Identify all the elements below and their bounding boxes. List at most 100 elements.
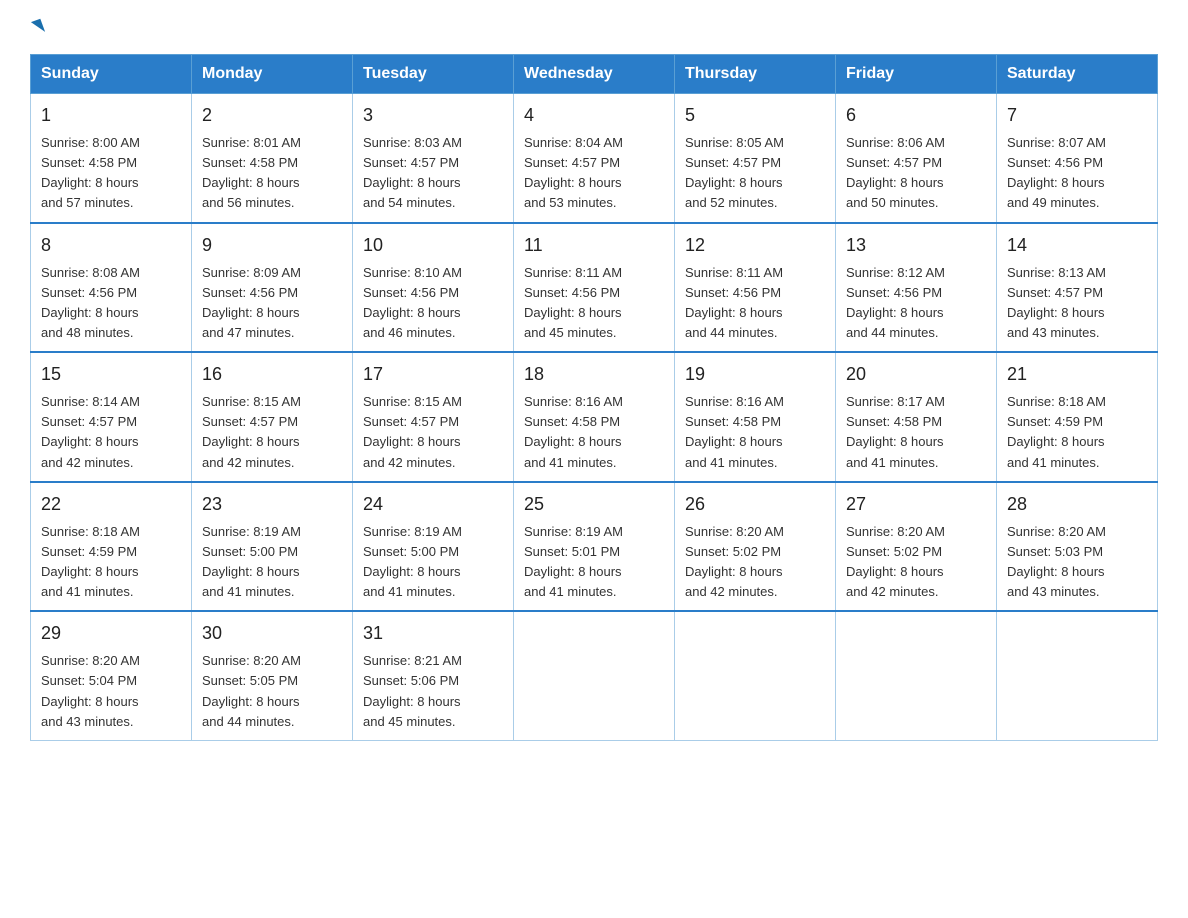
- calendar-cell: 28 Sunrise: 8:20 AMSunset: 5:03 PMDaylig…: [997, 482, 1158, 612]
- day-info: Sunrise: 8:06 AMSunset: 4:57 PMDaylight:…: [846, 135, 945, 210]
- day-number: 3: [363, 102, 503, 129]
- calendar-cell: 12 Sunrise: 8:11 AMSunset: 4:56 PMDaylig…: [675, 223, 836, 353]
- day-info: Sunrise: 8:17 AMSunset: 4:58 PMDaylight:…: [846, 394, 945, 469]
- day-number: 24: [363, 491, 503, 518]
- day-info: Sunrise: 8:05 AMSunset: 4:57 PMDaylight:…: [685, 135, 784, 210]
- day-info: Sunrise: 8:19 AMSunset: 5:01 PMDaylight:…: [524, 524, 623, 599]
- calendar-cell: 18 Sunrise: 8:16 AMSunset: 4:58 PMDaylig…: [514, 352, 675, 482]
- calendar-cell: 7 Sunrise: 8:07 AMSunset: 4:56 PMDayligh…: [997, 94, 1158, 223]
- calendar-cell: 10 Sunrise: 8:10 AMSunset: 4:56 PMDaylig…: [353, 223, 514, 353]
- day-number: 18: [524, 361, 664, 388]
- calendar-cell: 1 Sunrise: 8:00 AMSunset: 4:58 PMDayligh…: [31, 94, 192, 223]
- column-header-wednesday: Wednesday: [514, 55, 675, 94]
- calendar-cell: 25 Sunrise: 8:19 AMSunset: 5:01 PMDaylig…: [514, 482, 675, 612]
- calendar-cell: [514, 611, 675, 740]
- day-info: Sunrise: 8:11 AMSunset: 4:56 PMDaylight:…: [685, 265, 783, 340]
- day-info: Sunrise: 8:13 AMSunset: 4:57 PMDaylight:…: [1007, 265, 1106, 340]
- day-number: 20: [846, 361, 986, 388]
- calendar-table: SundayMondayTuesdayWednesdayThursdayFrid…: [30, 54, 1158, 741]
- day-info: Sunrise: 8:16 AMSunset: 4:58 PMDaylight:…: [524, 394, 623, 469]
- calendar-cell: [997, 611, 1158, 740]
- day-number: 25: [524, 491, 664, 518]
- column-header-tuesday: Tuesday: [353, 55, 514, 94]
- calendar-cell: 27 Sunrise: 8:20 AMSunset: 5:02 PMDaylig…: [836, 482, 997, 612]
- day-number: 28: [1007, 491, 1147, 518]
- day-info: Sunrise: 8:07 AMSunset: 4:56 PMDaylight:…: [1007, 135, 1106, 210]
- day-info: Sunrise: 8:11 AMSunset: 4:56 PMDaylight:…: [524, 265, 622, 340]
- day-number: 15: [41, 361, 181, 388]
- day-number: 8: [41, 232, 181, 259]
- calendar-cell: 3 Sunrise: 8:03 AMSunset: 4:57 PMDayligh…: [353, 94, 514, 223]
- day-number: 30: [202, 620, 342, 647]
- calendar-cell: 15 Sunrise: 8:14 AMSunset: 4:57 PMDaylig…: [31, 352, 192, 482]
- day-info: Sunrise: 8:20 AMSunset: 5:03 PMDaylight:…: [1007, 524, 1106, 599]
- day-number: 1: [41, 102, 181, 129]
- day-info: Sunrise: 8:16 AMSunset: 4:58 PMDaylight:…: [685, 394, 784, 469]
- calendar-cell: 4 Sunrise: 8:04 AMSunset: 4:57 PMDayligh…: [514, 94, 675, 223]
- calendar-cell: 11 Sunrise: 8:11 AMSunset: 4:56 PMDaylig…: [514, 223, 675, 353]
- day-number: 22: [41, 491, 181, 518]
- calendar-cell: 5 Sunrise: 8:05 AMSunset: 4:57 PMDayligh…: [675, 94, 836, 223]
- day-info: Sunrise: 8:18 AMSunset: 4:59 PMDaylight:…: [1007, 394, 1106, 469]
- day-info: Sunrise: 8:15 AMSunset: 4:57 PMDaylight:…: [202, 394, 301, 469]
- calendar-cell: 16 Sunrise: 8:15 AMSunset: 4:57 PMDaylig…: [192, 352, 353, 482]
- day-info: Sunrise: 8:04 AMSunset: 4:57 PMDaylight:…: [524, 135, 623, 210]
- day-info: Sunrise: 8:09 AMSunset: 4:56 PMDaylight:…: [202, 265, 301, 340]
- calendar-cell: 8 Sunrise: 8:08 AMSunset: 4:56 PMDayligh…: [31, 223, 192, 353]
- day-number: 27: [846, 491, 986, 518]
- day-info: Sunrise: 8:19 AMSunset: 5:00 PMDaylight:…: [363, 524, 462, 599]
- day-info: Sunrise: 8:20 AMSunset: 5:02 PMDaylight:…: [685, 524, 784, 599]
- day-info: Sunrise: 8:14 AMSunset: 4:57 PMDaylight:…: [41, 394, 140, 469]
- day-info: Sunrise: 8:03 AMSunset: 4:57 PMDaylight:…: [363, 135, 462, 210]
- calendar-cell: 2 Sunrise: 8:01 AMSunset: 4:58 PMDayligh…: [192, 94, 353, 223]
- calendar-cell: 21 Sunrise: 8:18 AMSunset: 4:59 PMDaylig…: [997, 352, 1158, 482]
- column-header-friday: Friday: [836, 55, 997, 94]
- calendar-cell: 20 Sunrise: 8:17 AMSunset: 4:58 PMDaylig…: [836, 352, 997, 482]
- calendar-cell: 30 Sunrise: 8:20 AMSunset: 5:05 PMDaylig…: [192, 611, 353, 740]
- calendar-cell: 9 Sunrise: 8:09 AMSunset: 4:56 PMDayligh…: [192, 223, 353, 353]
- day-info: Sunrise: 8:12 AMSunset: 4:56 PMDaylight:…: [846, 265, 945, 340]
- logo-triangle-icon: [31, 19, 45, 36]
- day-number: 9: [202, 232, 342, 259]
- day-info: Sunrise: 8:20 AMSunset: 5:02 PMDaylight:…: [846, 524, 945, 599]
- column-header-sunday: Sunday: [31, 55, 192, 94]
- day-number: 29: [41, 620, 181, 647]
- day-info: Sunrise: 8:10 AMSunset: 4:56 PMDaylight:…: [363, 265, 462, 340]
- calendar-cell: 14 Sunrise: 8:13 AMSunset: 4:57 PMDaylig…: [997, 223, 1158, 353]
- day-number: 2: [202, 102, 342, 129]
- calendar-header-row: SundayMondayTuesdayWednesdayThursdayFrid…: [31, 55, 1158, 94]
- day-number: 7: [1007, 102, 1147, 129]
- page-header: [30, 20, 1158, 34]
- calendar-week-row: 8 Sunrise: 8:08 AMSunset: 4:56 PMDayligh…: [31, 223, 1158, 353]
- day-info: Sunrise: 8:20 AMSunset: 5:05 PMDaylight:…: [202, 653, 301, 728]
- day-number: 6: [846, 102, 986, 129]
- day-number: 17: [363, 361, 503, 388]
- day-info: Sunrise: 8:15 AMSunset: 4:57 PMDaylight:…: [363, 394, 462, 469]
- calendar-cell: 17 Sunrise: 8:15 AMSunset: 4:57 PMDaylig…: [353, 352, 514, 482]
- calendar-cell: 19 Sunrise: 8:16 AMSunset: 4:58 PMDaylig…: [675, 352, 836, 482]
- calendar-week-row: 1 Sunrise: 8:00 AMSunset: 4:58 PMDayligh…: [31, 94, 1158, 223]
- calendar-cell: 31 Sunrise: 8:21 AMSunset: 5:06 PMDaylig…: [353, 611, 514, 740]
- calendar-cell: 23 Sunrise: 8:19 AMSunset: 5:00 PMDaylig…: [192, 482, 353, 612]
- day-number: 14: [1007, 232, 1147, 259]
- column-header-monday: Monday: [192, 55, 353, 94]
- column-header-thursday: Thursday: [675, 55, 836, 94]
- calendar-cell: 13 Sunrise: 8:12 AMSunset: 4:56 PMDaylig…: [836, 223, 997, 353]
- calendar-cell: 29 Sunrise: 8:20 AMSunset: 5:04 PMDaylig…: [31, 611, 192, 740]
- calendar-week-row: 22 Sunrise: 8:18 AMSunset: 4:59 PMDaylig…: [31, 482, 1158, 612]
- day-number: 31: [363, 620, 503, 647]
- calendar-cell: 22 Sunrise: 8:18 AMSunset: 4:59 PMDaylig…: [31, 482, 192, 612]
- day-number: 19: [685, 361, 825, 388]
- day-number: 16: [202, 361, 342, 388]
- day-number: 12: [685, 232, 825, 259]
- day-info: Sunrise: 8:01 AMSunset: 4:58 PMDaylight:…: [202, 135, 301, 210]
- logo: [30, 20, 43, 34]
- day-info: Sunrise: 8:21 AMSunset: 5:06 PMDaylight:…: [363, 653, 462, 728]
- day-number: 11: [524, 232, 664, 259]
- day-number: 26: [685, 491, 825, 518]
- day-number: 5: [685, 102, 825, 129]
- calendar-cell: [675, 611, 836, 740]
- day-number: 4: [524, 102, 664, 129]
- calendar-cell: 6 Sunrise: 8:06 AMSunset: 4:57 PMDayligh…: [836, 94, 997, 223]
- calendar-cell: [836, 611, 997, 740]
